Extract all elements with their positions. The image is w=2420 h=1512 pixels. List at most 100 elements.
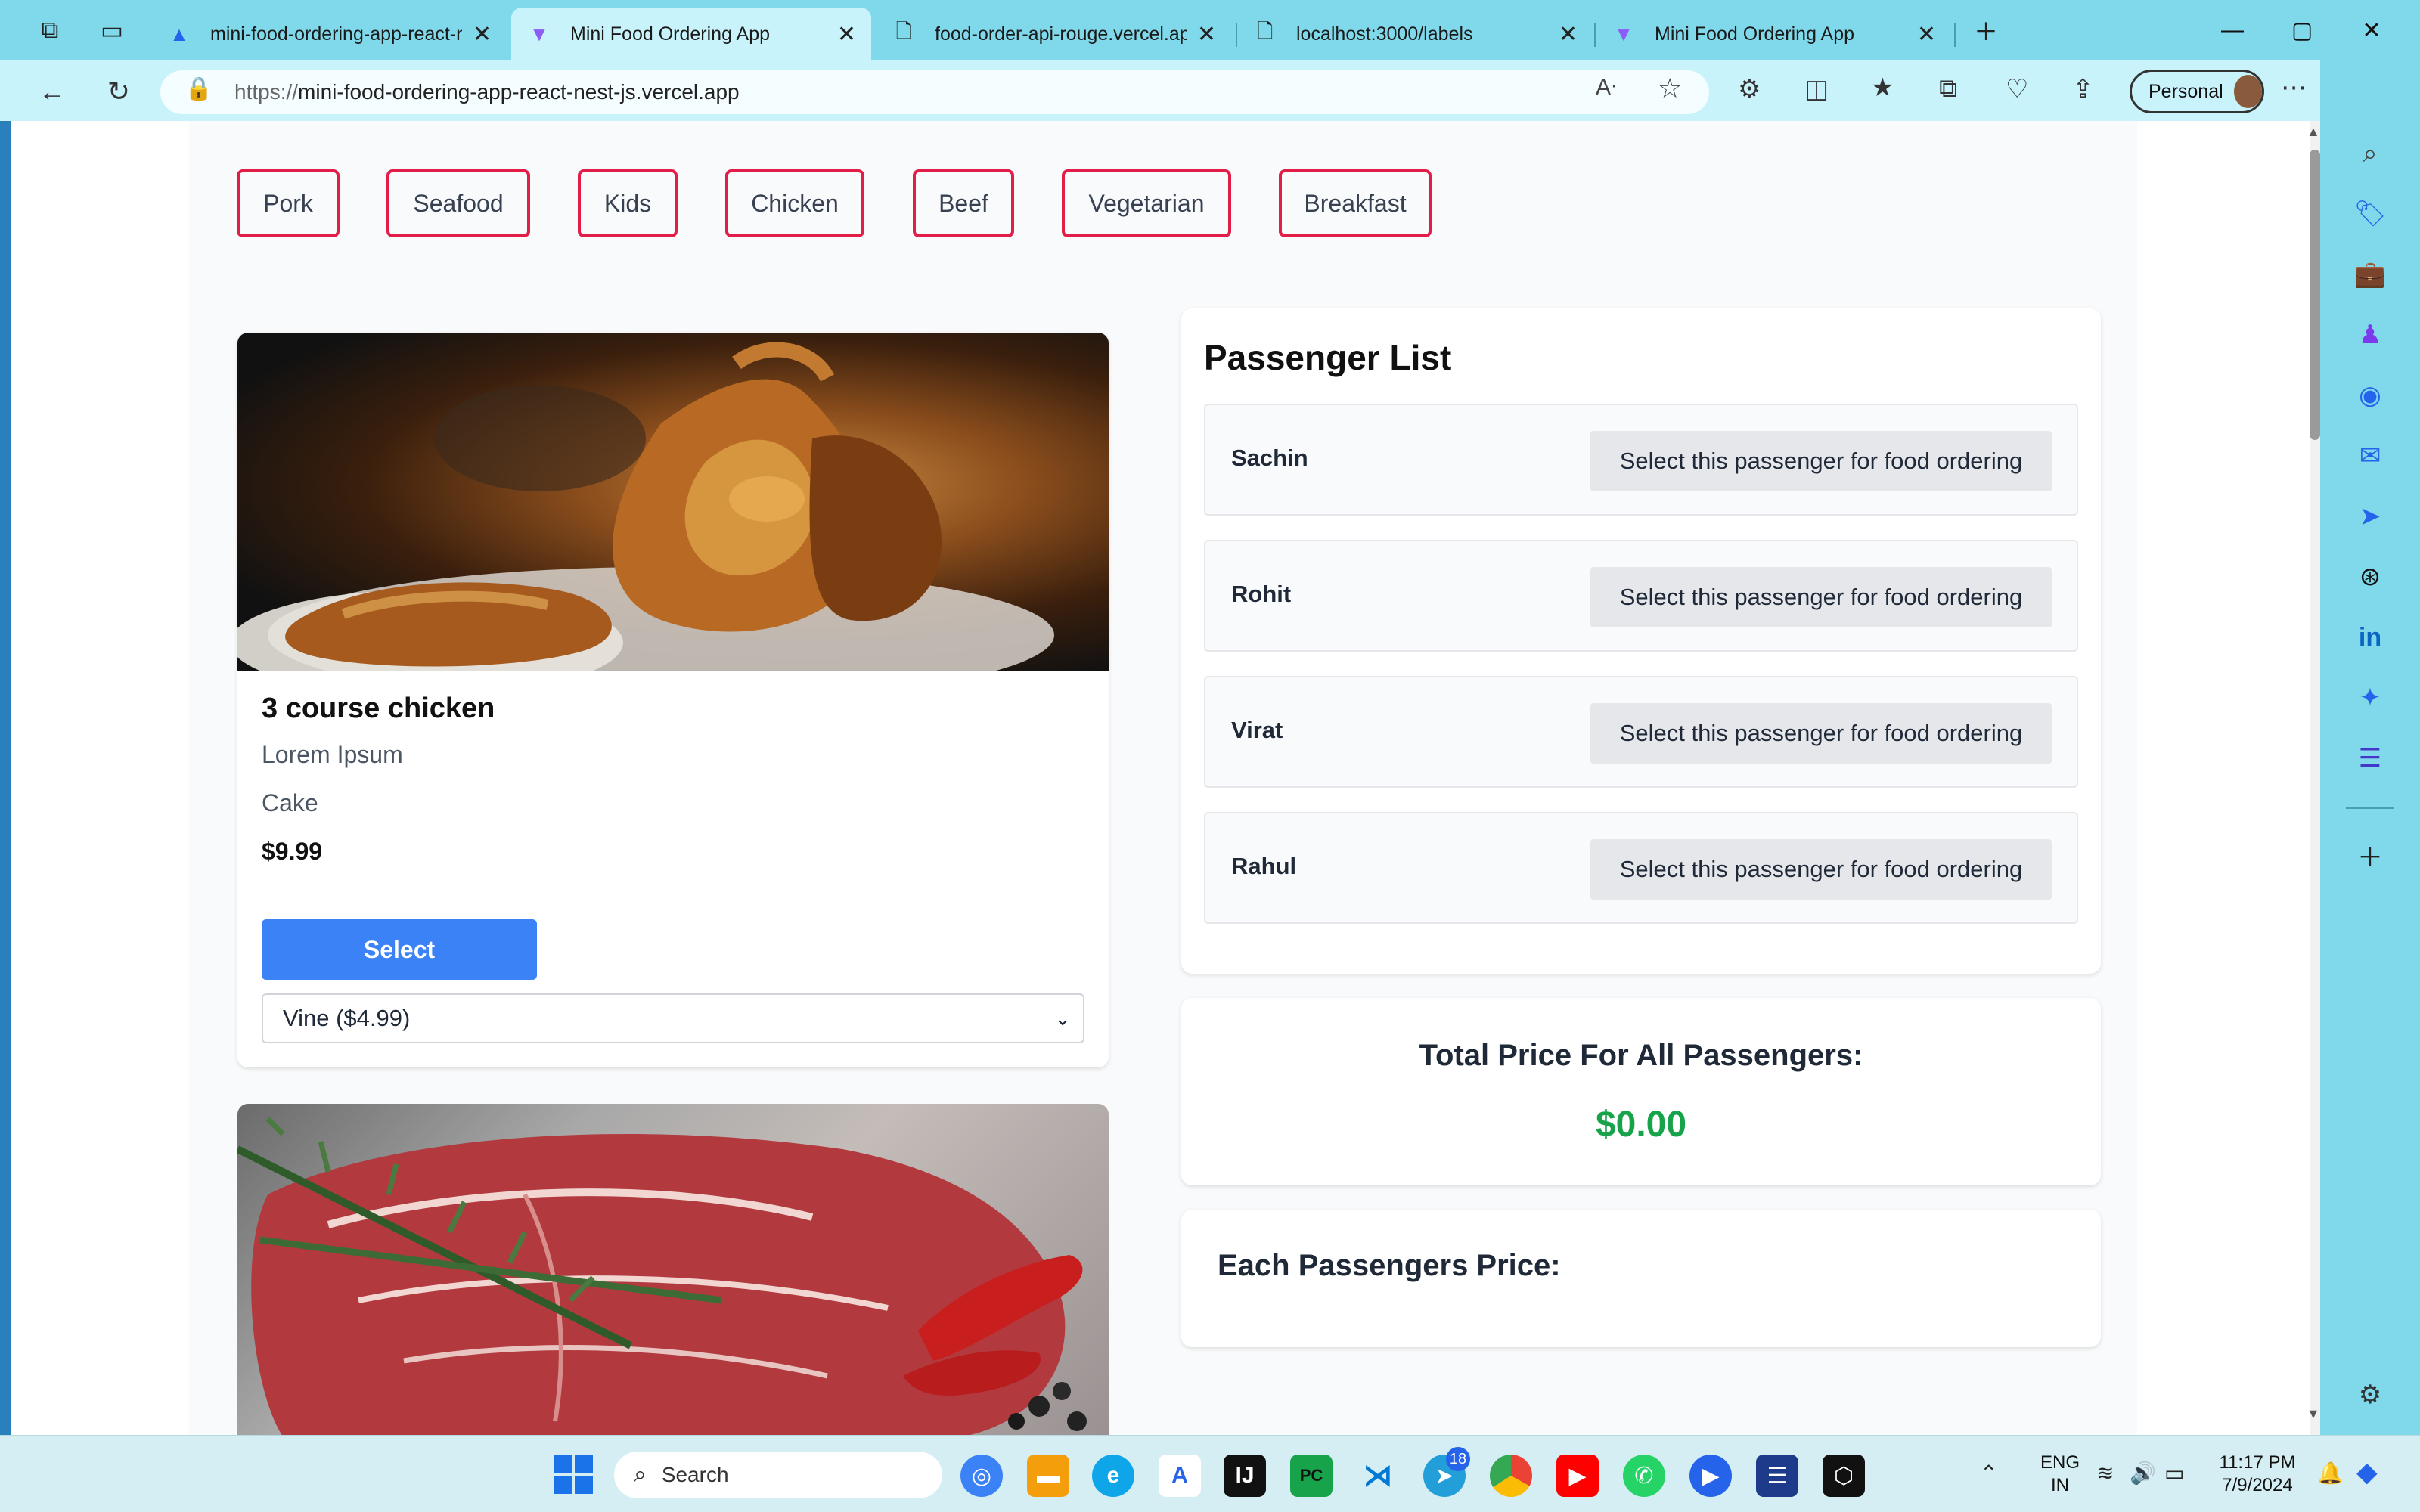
tab-1[interactable]: ▲ mini-food-ordering-app-react-n ✕ (151, 8, 507, 60)
chatgpt-icon[interactable]: ⊛ (2346, 556, 2394, 597)
extensions-icon[interactable]: ⚙ (1738, 74, 1761, 104)
close-tab-icon[interactable]: ✕ (1197, 21, 1216, 48)
refresh-icon[interactable]: ↻ (95, 70, 142, 113)
tab-4[interactable]: 🗋 localhost:3000/labels ✕ (1237, 8, 1593, 60)
close-tab-icon[interactable]: ✕ (1559, 21, 1578, 48)
passenger-name: Virat (1231, 717, 1283, 743)
back-icon[interactable]: ← (29, 70, 76, 113)
lock-icon[interactable]: 🔒 (185, 76, 213, 102)
telegram-badge: 18 (1446, 1447, 1470, 1471)
passenger-row: Rahul Select this passenger for food ord… (1204, 812, 2078, 924)
volume-icon[interactable]: 🔊 (2130, 1461, 2156, 1486)
collections-icon[interactable]: ⧉ (1939, 74, 1957, 104)
profile-button[interactable]: Personal (2130, 70, 2264, 113)
category-vegetarian[interactable]: Vegetarian (1062, 169, 1231, 237)
media-player-icon[interactable]: ▶ (1689, 1455, 1732, 1497)
chrome-icon[interactable] (1490, 1455, 1532, 1497)
linkedin-icon[interactable]: in (2346, 617, 2394, 658)
file-explorer-icon[interactable]: ▬ (1027, 1455, 1069, 1497)
page-viewport: Pork Seafood Kids Chicken Beef Vegetaria… (11, 121, 2310, 1435)
browser-essentials-icon[interactable]: ♡ (2006, 74, 2028, 104)
tab-2-active[interactable]: ▼ Mini Food Ordering App ✕ (511, 8, 871, 60)
battery-icon[interactable]: ▭ (2164, 1461, 2184, 1486)
tools-briefcase-icon[interactable]: 💼 (2346, 254, 2394, 295)
tab-3[interactable]: 🗋 food-order-api-rouge.vercel.app ✕ (876, 8, 1231, 60)
favorite-star-icon[interactable]: ☆ (1658, 73, 1682, 104)
food-description: Lorem Ipsum (262, 741, 403, 768)
share-icon[interactable]: ⇪ (2072, 74, 2094, 104)
select-food-button[interactable]: Select (262, 919, 537, 980)
notepad-icon[interactable]: ☰ (1756, 1455, 1798, 1497)
drop-send-icon[interactable]: ➤ (2346, 496, 2394, 537)
maximize-icon[interactable]: ▢ (2267, 6, 2337, 54)
minimize-icon[interactable]: — (2198, 6, 2267, 54)
vertical-tabs-icon[interactable]: ▭ (88, 11, 136, 50)
notification-bell-icon[interactable]: 🔔 (2317, 1461, 2344, 1486)
show-hidden-icons-chevron-icon[interactable]: ⌃ (1980, 1461, 1997, 1486)
select-passenger-button[interactable]: Select this passenger for food ordering (1590, 703, 2052, 764)
add-sidebar-item-icon[interactable]: ＋ (2346, 835, 2394, 875)
gemini-sparkle-icon[interactable]: ✦ (2346, 677, 2394, 718)
microsoft-365-icon[interactable]: ◉ (2346, 375, 2394, 416)
sidebar-settings-icon[interactable]: ⚙ (2346, 1374, 2394, 1415)
package-box-icon[interactable]: ⬡ (1823, 1455, 1865, 1497)
language-indicator[interactable]: ENG IN (2036, 1452, 2084, 1497)
select-passenger-button[interactable]: Select this passenger for food ordering (1590, 431, 2052, 491)
passenger-list-card: Passenger List Sachin Select this passen… (1181, 308, 2101, 974)
clock[interactable]: 11:17 PM 7/9/2024 (2208, 1452, 2307, 1497)
vscode-icon[interactable]: ⋊ (1357, 1455, 1399, 1497)
windows-start-icon[interactable] (554, 1455, 594, 1495)
tasks-list-icon[interactable]: ☰ (2346, 738, 2394, 779)
whatsapp-icon[interactable]: ✆ (1623, 1455, 1665, 1497)
page-icon: 🗋 (1257, 20, 1274, 42)
favorites-icon[interactable]: ★ (1871, 73, 1894, 103)
vite-icon: ▼ (1614, 22, 1634, 45)
outlook-icon[interactable]: ✉ (2346, 435, 2394, 476)
category-breakfast[interactable]: Breakfast (1279, 169, 1432, 237)
workspaces-icon[interactable]: ⧉ (26, 11, 74, 50)
pycharm-icon[interactable]: PC (1290, 1455, 1333, 1497)
split-screen-icon[interactable]: ◫ (1804, 74, 1829, 104)
search-icon[interactable]: ⌕ (2346, 133, 2394, 174)
more-options-icon[interactable]: ⋯ (2281, 73, 2307, 103)
read-aloud-icon[interactable]: Aᐧ (1596, 74, 1617, 101)
close-tab-icon[interactable]: ✕ (837, 21, 856, 48)
games-icon[interactable]: ♟ (2346, 314, 2394, 355)
total-price-label: Total Price For All Passengers: (1419, 1039, 1863, 1072)
close-tab-icon[interactable]: ✕ (1917, 21, 1936, 48)
category-chicken[interactable]: Chicken (725, 169, 864, 237)
edge-taskbar-icon[interactable]: e (1092, 1455, 1134, 1497)
tab-divider (1954, 23, 1956, 47)
sidebar-divider (2346, 807, 2394, 809)
copilot-tray-icon[interactable]: ◆ (2356, 1456, 2378, 1488)
raw-beef-illustration (237, 1117, 1087, 1435)
passenger-row: Sachin Select this passenger for food or… (1204, 404, 2078, 516)
app-a-icon[interactable]: A (1159, 1455, 1201, 1497)
wifi-icon[interactable]: ≋ (2096, 1461, 2114, 1486)
intellij-icon[interactable]: IJ (1224, 1455, 1266, 1497)
new-tab-icon[interactable]: ＋ (1962, 11, 2010, 50)
category-kids[interactable]: Kids (578, 169, 678, 237)
scroll-up-arrow-icon[interactable]: ▲ (2307, 124, 2320, 140)
category-seafood[interactable]: Seafood (386, 169, 530, 237)
url-text[interactable]: https://mini-food-ordering-app-react-nes… (234, 76, 740, 109)
passenger-name: Rahul (1231, 853, 1297, 879)
youtube-icon[interactable]: ▶ (1556, 1455, 1599, 1497)
addon-select[interactable]: Vine ($4.99) ⌄ (262, 993, 1084, 1043)
taskbar-search[interactable]: ⌕ Search (614, 1452, 942, 1498)
each-passenger-price-card: Each Passengers Price: (1181, 1210, 2101, 1347)
tab-5[interactable]: ▼ Mini Food Ordering App ✕ (1596, 8, 1951, 60)
copilot-taskbar-icon[interactable]: ◎ (960, 1455, 1003, 1497)
category-beef[interactable]: Beef (913, 169, 1014, 237)
chevron-down-icon: ⌄ (1054, 1006, 1071, 1030)
page-icon: 🗋 (895, 20, 912, 42)
category-pork[interactable]: Pork (237, 169, 340, 237)
scrollbar-thumb[interactable] (2310, 150, 2320, 440)
select-passenger-button[interactable]: Select this passenger for food ordering (1590, 567, 2052, 627)
scroll-down-arrow-icon[interactable]: ▼ (2307, 1406, 2320, 1422)
shopping-tag-icon[interactable]: 🏷 (2346, 194, 2394, 234)
food-dessert: Cake (262, 789, 318, 816)
close-tab-icon[interactable]: ✕ (473, 21, 492, 48)
select-passenger-button[interactable]: Select this passenger for food ordering (1590, 839, 2052, 900)
close-window-icon[interactable]: ✕ (2337, 6, 2406, 54)
